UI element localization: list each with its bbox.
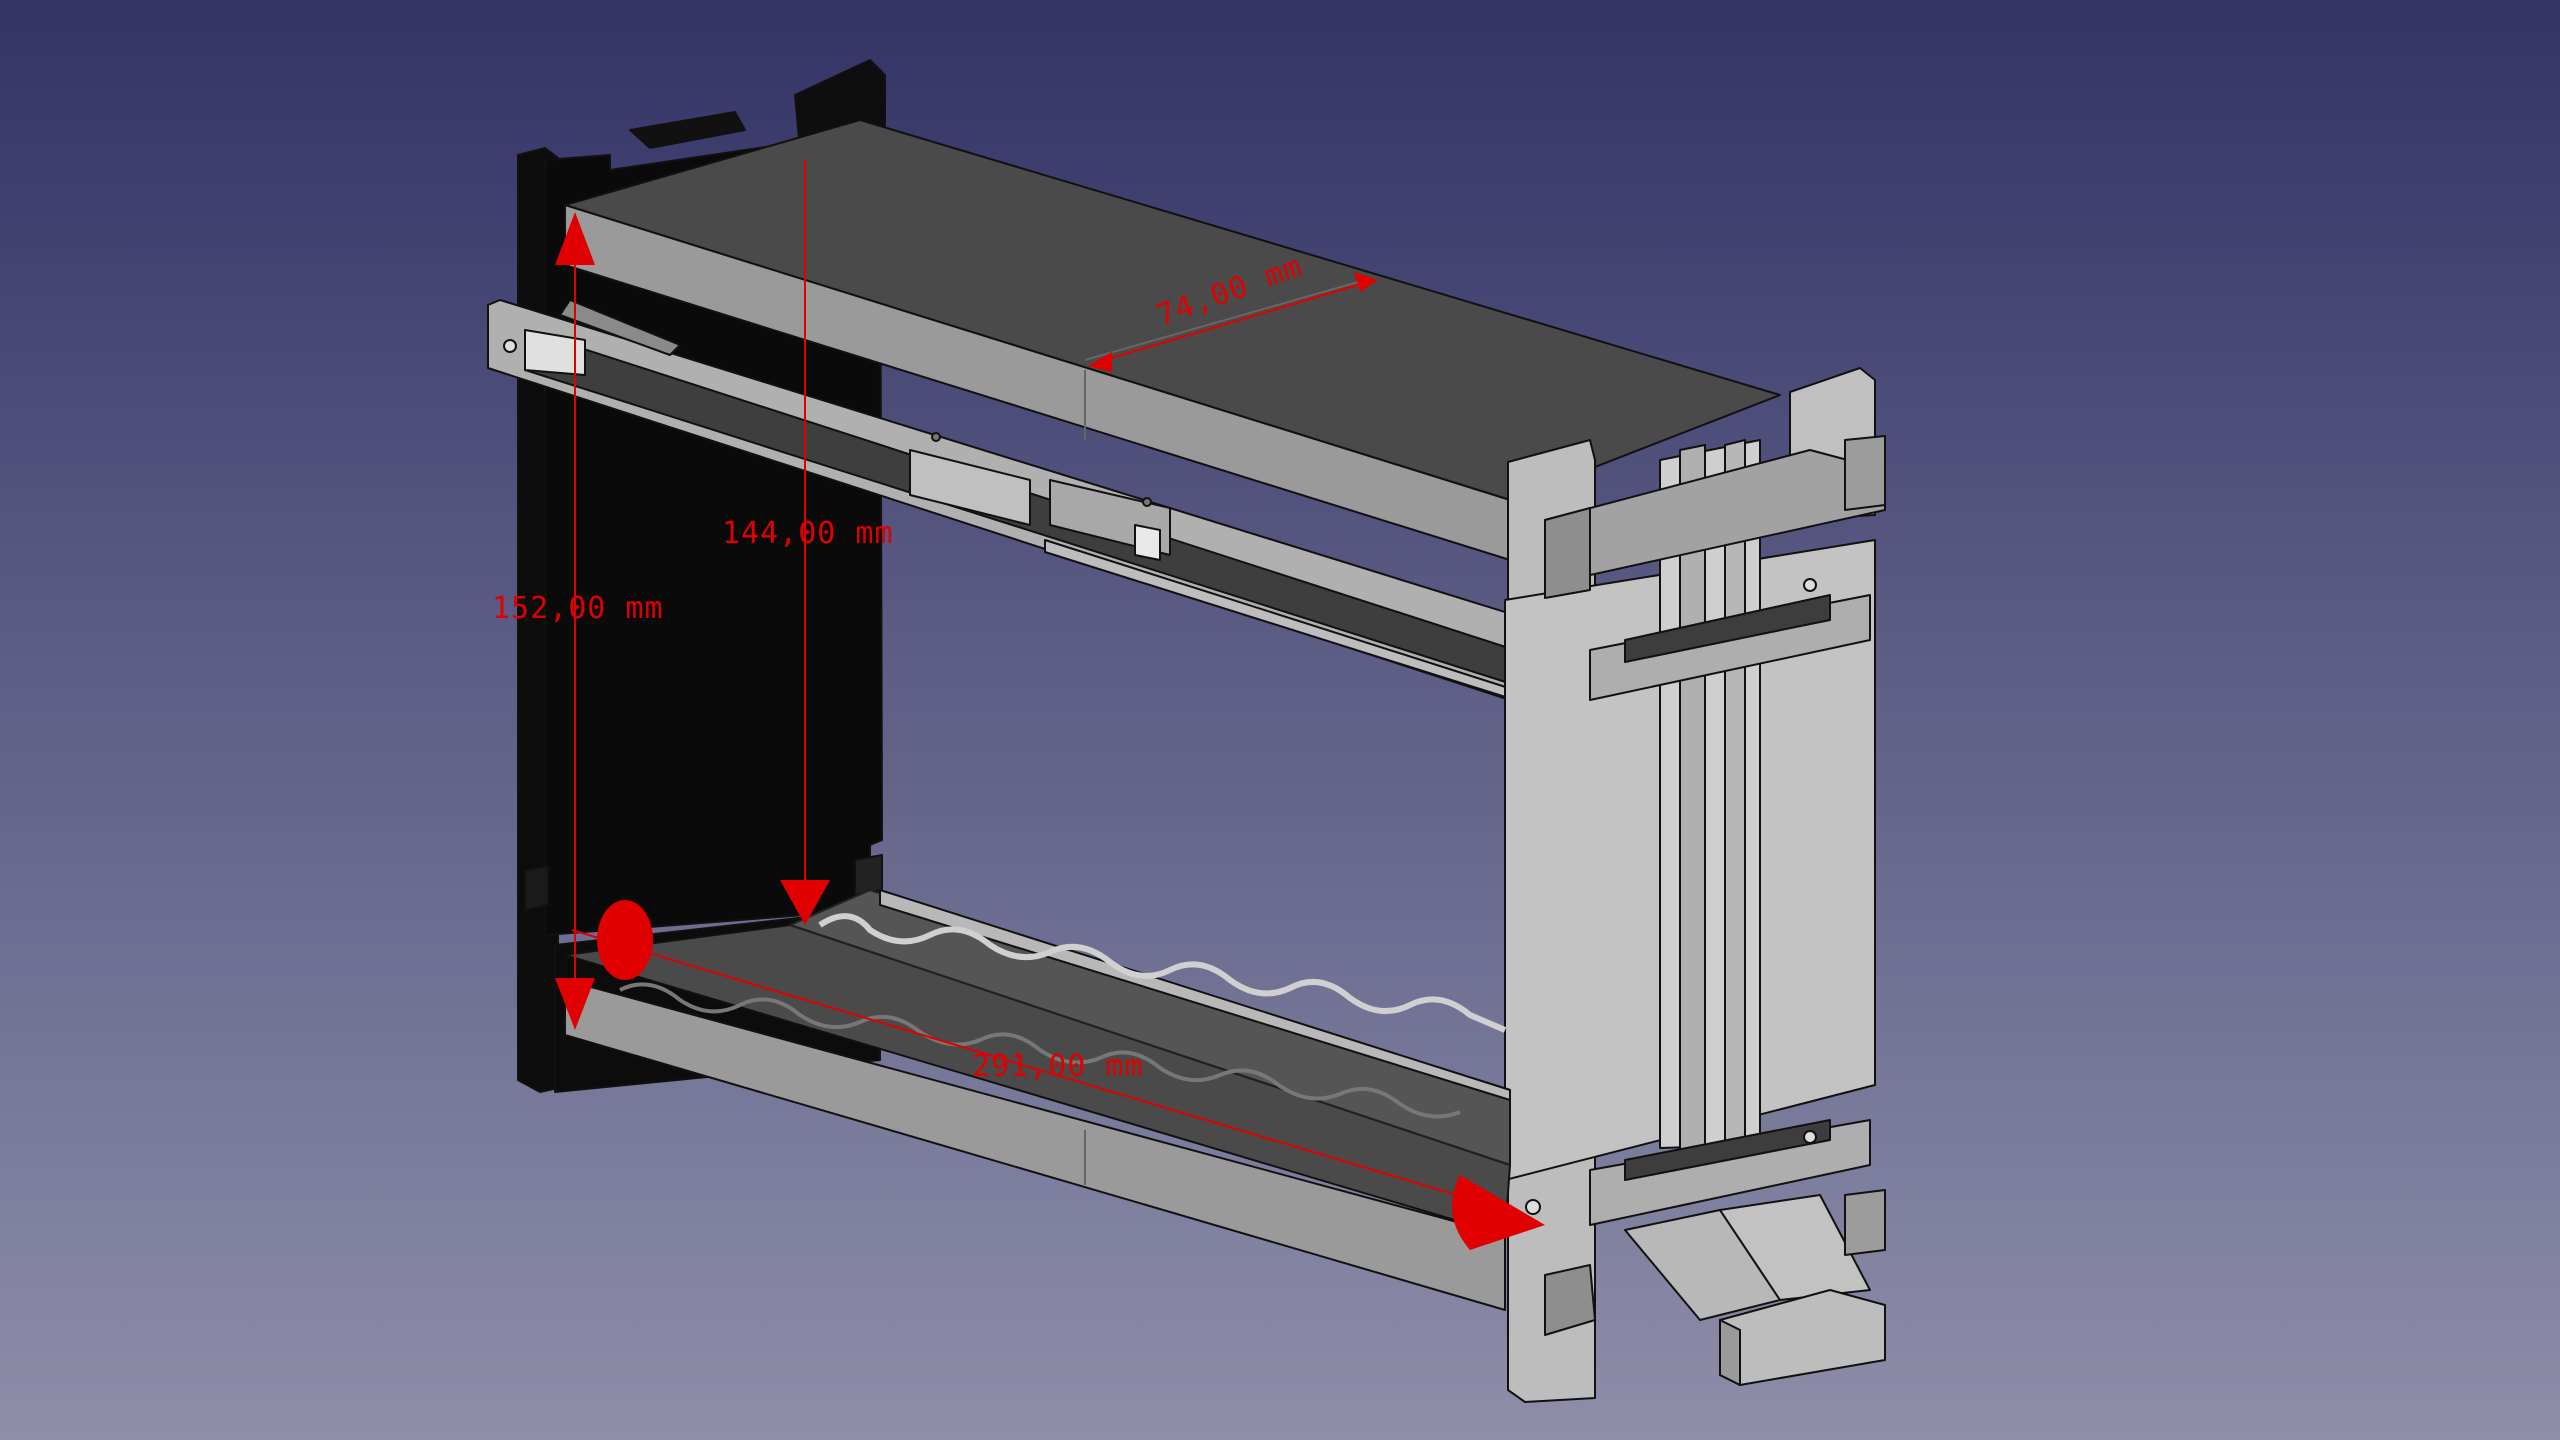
3d-model-scene[interactable] [0,0,2560,1440]
outer-height-dimension-label: 152,00 mm [492,591,664,626]
inner-height-dimension-label: 144,00 mm [722,516,894,551]
bottom-tray[interactable] [564,889,1511,1311]
3d-viewport[interactable]: 74,00 mm 144,00 mm 152,00 mm 291,00 mm [0,0,2560,1440]
right-end-module[interactable] [1504,367,1886,1403]
length-dimension-label: 291,00 mm [972,1049,1144,1084]
arrow-length-left [597,900,653,980]
